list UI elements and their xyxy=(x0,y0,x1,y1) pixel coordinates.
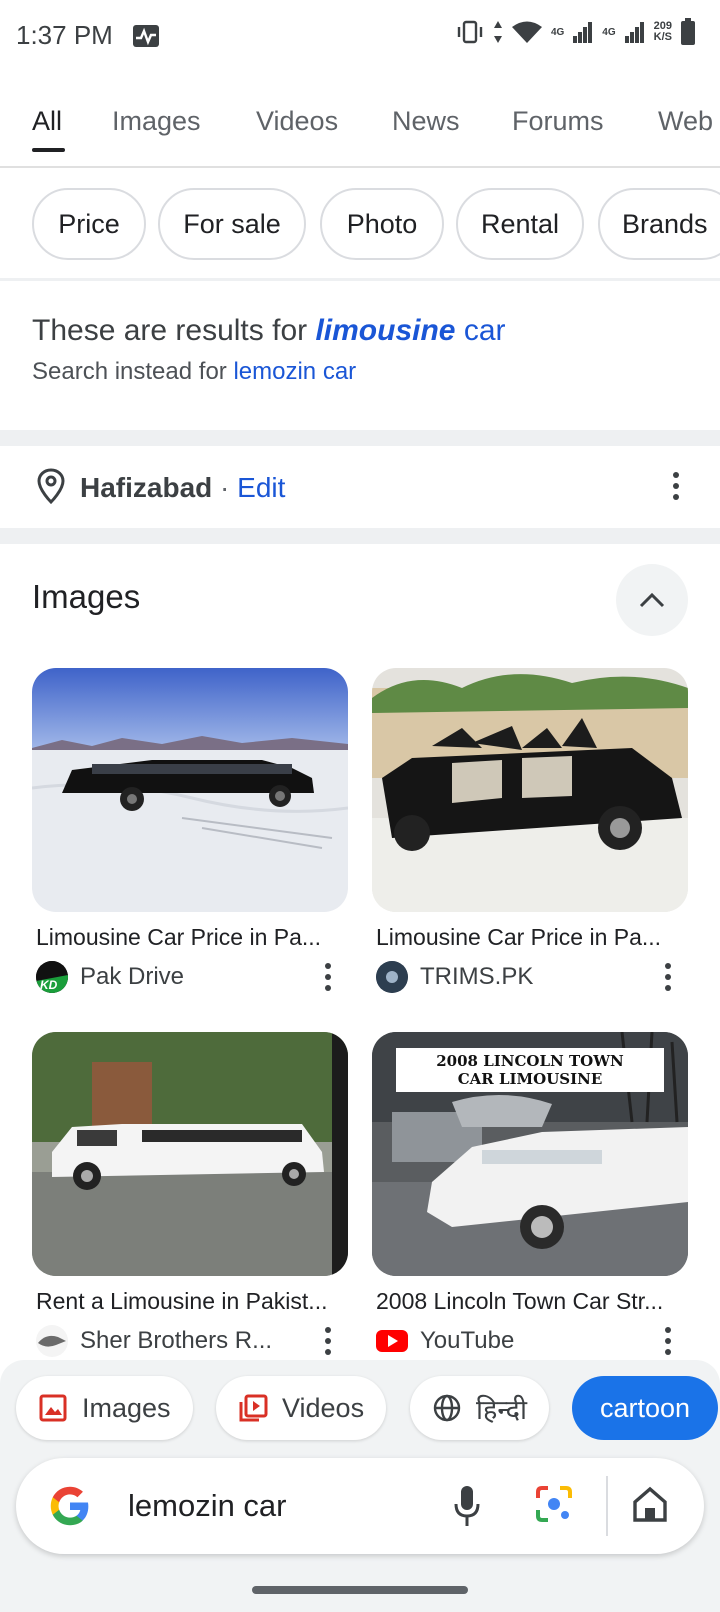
tab-web[interactable]: Web xyxy=(658,106,713,137)
result-more-icon[interactable] xyxy=(324,963,332,991)
active-tab-indicator xyxy=(32,148,65,152)
image-result-source: YouTube xyxy=(372,1325,688,1357)
home-icon[interactable] xyxy=(630,1484,670,1524)
status-icons: 4G 4G 209 K/S xyxy=(455,18,696,46)
search-bar[interactable]: lemozin car xyxy=(16,1458,704,1554)
lincoln-limousine-image: 2008 LINCOLN TOWN CAR LIMOUSINE xyxy=(372,1032,688,1276)
svg-text:KD: KD xyxy=(40,978,58,992)
corrected-query-link[interactable]: limousine xyxy=(315,314,455,347)
net-speed: 209 K/S xyxy=(653,20,672,43)
image-thumbnail[interactable] xyxy=(32,668,348,912)
image-result-source: Sher Brothers R... xyxy=(32,1325,348,1357)
corrected-query-rest[interactable]: car xyxy=(455,314,506,347)
result-more-icon[interactable] xyxy=(664,1327,672,1355)
collapse-button[interactable] xyxy=(616,564,688,636)
chip-photo[interactable]: Photo xyxy=(320,188,444,260)
divider xyxy=(0,278,720,281)
tab-news[interactable]: News xyxy=(392,106,460,137)
mic-icon[interactable] xyxy=(452,1484,482,1528)
battery-icon xyxy=(681,18,695,45)
images-section-title: Images xyxy=(32,578,141,615)
status-bar: 1:37 PM 4G 4G 209 K/S xyxy=(0,0,720,72)
search-tabs: All Images Videos News Forums Web xyxy=(0,88,720,168)
image-result-card[interactable]: Rent a Limousine in Pakist... Sher Broth… xyxy=(32,1032,348,1357)
thumb-caption-line-2: CAR LIMOUSINE xyxy=(458,1070,603,1088)
chip-for-sale[interactable]: For sale xyxy=(158,188,306,260)
gesture-home-indicator[interactable] xyxy=(252,1586,468,1594)
tab-all[interactable]: All xyxy=(32,106,62,137)
suggest-hindi-button[interactable]: हिन्दी xyxy=(410,1376,550,1440)
image-result-card[interactable]: Limousine Car Price in Pa... KD Pak Driv… xyxy=(32,668,348,993)
location-pin-icon xyxy=(37,468,65,504)
status-time: 1:37 PM xyxy=(16,20,113,50)
spelling-correction: These are results for limousine car Sear… xyxy=(32,314,692,386)
signal-4g-label-2: 4G xyxy=(602,26,616,38)
location-row: Hafizabad · Edit xyxy=(0,446,720,528)
image-icon xyxy=(39,1394,67,1422)
wifi-icon xyxy=(511,21,542,43)
tab-images[interactable]: Images xyxy=(112,106,201,137)
chip-brands[interactable]: Brands xyxy=(598,188,720,260)
suggest-images-button[interactable]: Images xyxy=(16,1376,193,1440)
image-thumbnail[interactable] xyxy=(32,1032,348,1276)
signal-icon-1 xyxy=(573,22,593,43)
filter-chips: Price For sale Photo Rental Brands xyxy=(0,188,720,260)
sherbrothers-logo-icon xyxy=(36,1325,68,1357)
pakdrive-logo-icon: KD xyxy=(36,961,68,993)
original-query-link[interactable]: lemozin car xyxy=(233,358,356,385)
trims-logo-icon xyxy=(376,961,408,993)
image-result-title[interactable]: Limousine Car Price in Pa... xyxy=(32,924,348,951)
chip-price[interactable]: Price xyxy=(32,188,146,260)
limousine-salt-flat-image xyxy=(32,668,348,912)
data-arrows-icon xyxy=(493,21,502,43)
search-bar-divider xyxy=(606,1476,608,1536)
video-icon xyxy=(239,1394,268,1422)
google-lens-icon[interactable] xyxy=(534,1484,574,1524)
thumb-caption-line-1: 2008 LINCOLN TOWN xyxy=(436,1052,624,1070)
bottom-search-panel: Images Videos हिन्दी cartoon lemozin car xyxy=(0,1360,720,1612)
location-edit-link[interactable]: Edit xyxy=(237,472,285,503)
hummer-limousine-image xyxy=(32,1032,348,1276)
image-result-card[interactable]: 2008 LINCOLN TOWN CAR LIMOUSINE 2008 Lin… xyxy=(372,1032,688,1357)
tab-forums[interactable]: Forums xyxy=(512,106,604,137)
result-more-icon[interactable] xyxy=(324,1327,332,1355)
search-input[interactable]: lemozin car xyxy=(128,1488,287,1524)
chevron-up-icon xyxy=(639,592,665,608)
tab-videos[interactable]: Videos xyxy=(256,106,338,137)
image-result-card[interactable]: Limousine Car Price in Pa... TRIMS.PK xyxy=(372,668,688,993)
signal-icon-2 xyxy=(624,22,644,43)
limousine-gullwing-image xyxy=(372,668,688,912)
location-more-icon[interactable] xyxy=(672,472,680,500)
section-divider xyxy=(0,430,720,446)
image-result-title[interactable]: Limousine Car Price in Pa... xyxy=(372,924,688,951)
suggest-cartoon-button[interactable]: cartoon xyxy=(572,1376,718,1440)
image-result-source: TRIMS.PK xyxy=(372,961,688,993)
search-instead-line: Search instead for lemozin car xyxy=(32,358,357,385)
suggest-videos-button[interactable]: Videos xyxy=(216,1376,387,1440)
section-divider xyxy=(0,528,720,544)
vibrate-icon xyxy=(457,20,483,44)
google-logo-icon xyxy=(50,1486,89,1526)
image-result-title[interactable]: Rent a Limousine in Pakist... xyxy=(32,1288,348,1315)
globe-icon xyxy=(433,1394,461,1422)
location-text: Hafizabad · Edit xyxy=(80,472,286,503)
image-result-source: KD Pak Drive xyxy=(32,961,348,993)
youtube-logo-icon xyxy=(376,1330,408,1352)
image-thumbnail[interactable] xyxy=(372,668,688,912)
chip-rental[interactable]: Rental xyxy=(456,188,584,260)
image-result-title[interactable]: 2008 Lincoln Town Car Str... xyxy=(372,1288,688,1315)
signal-4g-label-1: 4G xyxy=(550,26,565,38)
activity-icon xyxy=(133,25,159,47)
image-thumbnail[interactable]: 2008 LINCOLN TOWN CAR LIMOUSINE xyxy=(372,1032,688,1276)
result-more-icon[interactable] xyxy=(664,963,672,991)
location-city: Hafizabad xyxy=(80,472,213,503)
correction-line: These are results for limousine car xyxy=(32,314,506,347)
